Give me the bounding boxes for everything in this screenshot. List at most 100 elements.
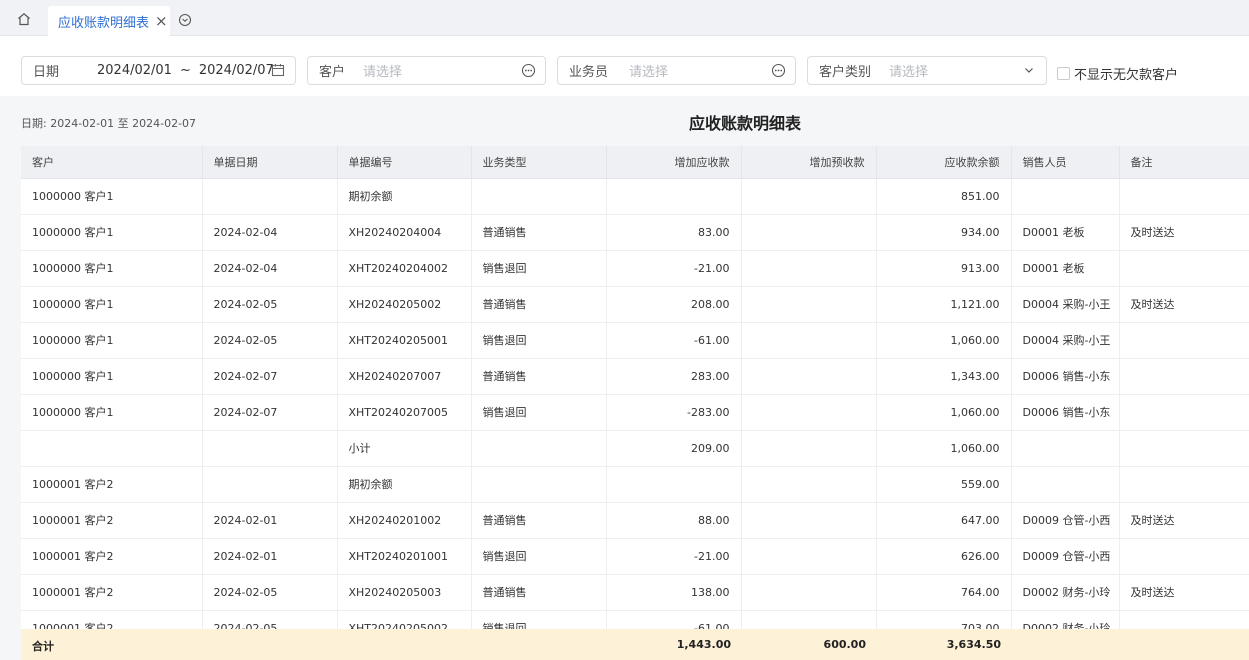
table-cell: 1000001 客户2 [21, 538, 203, 575]
tab-receivable-detail[interactable]: 应收账款明细表 × [48, 6, 170, 36]
table-cell [1011, 466, 1120, 503]
table-row[interactable]: 1000000 客户1 2024-02-07 XHT20240207005 销售退回 -… [21, 394, 1249, 431]
column-header[interactable]: 应收款余额 [876, 146, 1012, 179]
table-header-row: 客户 单据日期 单据编号 业务类型 增加应收款 增加预收款 应收款余额 销售人员 备注 [21, 146, 1249, 179]
table-row[interactable]: 1000001 客户2 期初余额 559.00 [21, 466, 1249, 503]
table-cell [471, 466, 607, 503]
checkbox-box[interactable] [1057, 67, 1070, 80]
column-header[interactable]: 单据日期 [202, 146, 338, 179]
calendar-icon[interactable] [271, 63, 287, 79]
table-row[interactable]: 1000000 客户1 2024-02-07 XH20240207007 普通销售 28… [21, 358, 1249, 395]
tab-label: 应收账款明细表 [58, 15, 150, 31]
customer-placeholder: 请选择 [363, 65, 403, 80]
customer-category-select[interactable]: 客户类别 请选择 [807, 56, 1047, 85]
table-cell: 期初余额 [337, 466, 472, 503]
customer-select[interactable]: 客户 请选择 [307, 56, 546, 85]
column-header[interactable]: 增加预收款 [741, 146, 877, 179]
table-cell: D0001 老板 [1011, 214, 1120, 251]
table-cell: 1,060.00 [876, 322, 1012, 359]
table-cell: XHT20240201001 [337, 538, 472, 575]
salesperson-select[interactable]: 业务员 请选择 [557, 56, 796, 85]
table-cell [606, 178, 742, 215]
table-cell [1119, 178, 1249, 215]
table-cell [1119, 610, 1249, 629]
table-cell: -61.00 [606, 322, 742, 359]
report-table: 客户 单据日期 单据编号 业务类型 增加应收款 增加预收款 应收款余额 销售人员 备注 1000… [21, 146, 1249, 629]
table-cell: XHT20240207005 [337, 394, 472, 431]
report-area: 日期: 2024-02-01 至 2024-02-07 应收账款明细表 客户 单据… [0, 96, 1249, 660]
table-cell: 1000000 客户1 [21, 322, 203, 359]
column-header[interactable]: 单据编号 [337, 146, 472, 179]
table-row[interactable]: 1000000 客户1 2024-02-04 XHT20240204002 销售退回 -… [21, 250, 1249, 287]
table-cell [1011, 178, 1120, 215]
table-cell: -61.00 [606, 610, 742, 629]
table-cell: 2024-02-05 [202, 322, 338, 359]
table-row[interactable]: 1000001 客户2 2024-02-05 XHT20240205002 销售退回 -… [21, 610, 1249, 629]
table-cell: -21.00 [606, 250, 742, 287]
table-cell: 小计 [337, 430, 472, 467]
column-header[interactable]: 业务类型 [471, 146, 607, 179]
table-row[interactable]: 1000001 客户2 2024-02-01 XHT20240201001 销售退回 -… [21, 538, 1249, 575]
home-icon[interactable] [14, 9, 34, 29]
table-cell: 及时送达 [1119, 574, 1249, 611]
table-cell [741, 610, 877, 629]
date-range-picker[interactable]: 日期 2024/02/01 ~ 2024/02/07 [21, 56, 296, 85]
chevron-down-circle-icon[interactable] [178, 12, 192, 27]
more-options-icon[interactable] [771, 63, 787, 79]
column-header[interactable]: 销售人员 [1011, 146, 1120, 179]
table-row[interactable]: 1000000 客户1 2024-02-05 XHT20240205001 销售退回 -… [21, 322, 1249, 359]
table-cell: 559.00 [876, 466, 1012, 503]
table-cell [606, 466, 742, 503]
more-options-icon[interactable] [521, 63, 537, 79]
table-row[interactable]: 1000001 客户2 2024-02-01 XH20240201002 普通销售 88… [21, 502, 1249, 539]
date-end[interactable]: 2024/02/07 [199, 63, 274, 78]
table-row[interactable]: 小计 209.00 1,060.00 [21, 430, 1249, 467]
table-cell: XHT20240205001 [337, 322, 472, 359]
table-cell: D0002 财务-小玲 [1011, 574, 1120, 611]
table-cell [471, 430, 607, 467]
table-cell: 2024-02-05 [202, 574, 338, 611]
customer-label: 客户 [319, 65, 346, 80]
table-cell: XHT20240204002 [337, 250, 472, 287]
table-cell: -21.00 [606, 538, 742, 575]
table-row[interactable]: 1000001 客户2 2024-02-05 XH20240205003 普通销售 13… [21, 574, 1249, 611]
hide-no-debt-label: 不显示无欠款客户 [1074, 68, 1179, 83]
report-table-scroll[interactable]: 客户 单据日期 单据编号 业务类型 增加应收款 增加预收款 应收款余额 销售人员 备注 1000… [21, 146, 1249, 629]
table-cell: 销售退回 [471, 394, 607, 431]
chevron-down-icon[interactable] [1022, 63, 1038, 79]
table-cell [741, 214, 877, 251]
table-cell: 764.00 [876, 574, 1012, 611]
table-cell: 普通销售 [471, 286, 607, 323]
table-cell: 1000000 客户1 [21, 286, 203, 323]
table-cell [741, 574, 877, 611]
totals-label: 合计 [32, 640, 54, 653]
table-cell: 851.00 [876, 178, 1012, 215]
table-cell: XHT20240205002 [337, 610, 472, 629]
table-cell: 88.00 [606, 502, 742, 539]
table-cell [741, 358, 877, 395]
table-cell [1119, 322, 1249, 359]
table-cell: 2024-02-05 [202, 286, 338, 323]
table-cell [741, 538, 877, 575]
table-cell [741, 394, 877, 431]
table-cell: 销售退回 [471, 250, 607, 287]
table-cell: 1000000 客户1 [21, 178, 203, 215]
salesperson-label: 业务员 [569, 65, 609, 80]
hide-no-debt-checkbox[interactable]: 不显示无欠款客户 [1057, 64, 1178, 83]
column-header[interactable]: 增加应收款 [606, 146, 742, 179]
table-cell: XH20240201002 [337, 502, 472, 539]
table-cell: D0006 销售-小东 [1011, 394, 1120, 431]
table-cell: D0002 财务-小玲 [1011, 610, 1120, 629]
table-cell: 138.00 [606, 574, 742, 611]
column-header[interactable]: 备注 [1119, 146, 1249, 179]
table-cell: 913.00 [876, 250, 1012, 287]
table-cell: 1,343.00 [876, 358, 1012, 395]
table-row[interactable]: 1000000 客户1 期初余额 851.00 [21, 178, 1249, 215]
date-start[interactable]: 2024/02/01 [97, 63, 172, 78]
table-cell: 期初余额 [337, 178, 472, 215]
close-icon[interactable]: × [155, 13, 168, 29]
column-header[interactable]: 客户 [21, 146, 203, 179]
table-cell [202, 178, 338, 215]
table-row[interactable]: 1000000 客户1 2024-02-05 XH20240205002 普通销售 20… [21, 286, 1249, 323]
table-row[interactable]: 1000000 客户1 2024-02-04 XH20240204004 普通销售 83… [21, 214, 1249, 251]
